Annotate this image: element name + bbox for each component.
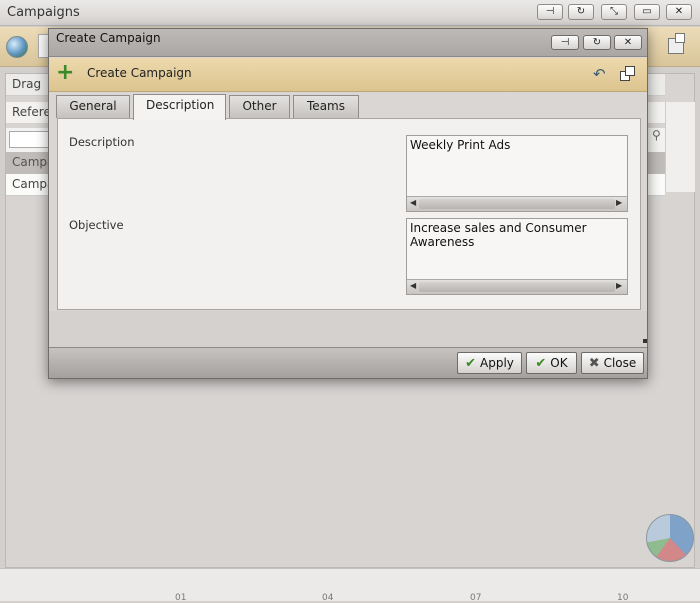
dialog-title: Create Campaign [56, 31, 161, 45]
popout-icon[interactable] [620, 66, 636, 82]
dialog-close-button[interactable]: ✕ [614, 35, 642, 50]
outer-close-button[interactable]: ✕ [666, 4, 692, 20]
close-label: Close [603, 356, 637, 370]
tab-other[interactable]: Other [229, 95, 290, 118]
outer-refresh-button[interactable]: ↻ [568, 4, 594, 20]
dialog-pin-button[interactable]: ⊣ [551, 35, 579, 50]
axis-tick-label: 01 [175, 593, 187, 603]
restore-icon: ⤡ [610, 6, 618, 17]
description-textarea[interactable]: Weekly Print Ads ◀ ▶ [406, 135, 628, 212]
pie-chart-icon[interactable] [646, 514, 694, 562]
scroll-thumb[interactable] [419, 199, 615, 209]
description-value: Weekly Print Ads [410, 138, 511, 152]
scroll-right-icon[interactable]: ▶ [616, 281, 622, 290]
dialog-titlebar[interactable]: Create Campaign ⊣ ↻ ✕ [49, 29, 647, 57]
plus-icon: + [56, 60, 75, 85]
outer-restore-button[interactable]: ⤡ [601, 4, 627, 20]
outer-pin-button[interactable]: ⊣ [537, 4, 563, 20]
scroll-left-icon[interactable]: ◀ [410, 281, 416, 290]
description-tab-panel: Description Weekly Print Ads ◀ ▶ Objecti… [57, 118, 641, 310]
tab-description[interactable]: Description [133, 94, 226, 120]
dialog-spacer [49, 311, 647, 347]
refresh-icon: ↻ [576, 6, 586, 17]
ok-label: OK [550, 356, 568, 370]
dialog-header: + Create Campaign ↶ [49, 58, 647, 92]
outer-popout-icon-front [675, 33, 685, 43]
undo-icon[interactable]: ↶ [593, 65, 606, 83]
objective-label: Objective [69, 218, 124, 232]
ok-button[interactable]: ✔ OK [526, 352, 577, 374]
check-icon: ✔ [535, 355, 547, 371]
objective-textarea[interactable]: Increase sales and Consumer Awareness ◀ … [406, 218, 628, 295]
axis-tick-label: 07 [470, 593, 482, 603]
objective-value: Increase sales and Consumer Awareness [410, 221, 587, 249]
outer-window-title: Campaigns [7, 5, 80, 20]
outer-right-strip [665, 102, 695, 192]
reference-header-label: Refere [12, 105, 51, 119]
outer-bottom-axis: 01 04 07 10 [0, 568, 700, 603]
close-button[interactable]: ✖ Close [581, 352, 644, 374]
pin-icon: ⊣ [560, 36, 570, 48]
scroll-right-icon[interactable]: ▶ [616, 198, 622, 207]
close-icon: ✕ [623, 36, 633, 48]
resize-grip-icon[interactable] [643, 339, 647, 343]
axis-tick-label: 04 [322, 593, 334, 603]
tab-teams[interactable]: Teams [293, 95, 359, 118]
objective-hscrollbar[interactable]: ◀ ▶ [407, 279, 627, 294]
apply-button[interactable]: ✔ Apply [457, 352, 522, 374]
pin-icon: ⊣ [545, 6, 555, 17]
outer-titlebar: Campaigns ⊣ ↻ ⤡ ▭ ✕ [0, 0, 700, 26]
tab-general[interactable]: General [56, 95, 130, 118]
close-icon: ✖ [588, 355, 600, 371]
dialog-header-title: Create Campaign [87, 66, 192, 80]
scroll-left-icon[interactable]: ◀ [410, 198, 416, 207]
apply-label: Apply [480, 356, 514, 370]
refresh-icon: ↻ [592, 36, 602, 48]
check-icon: ✔ [465, 355, 476, 371]
filter-input[interactable] [9, 131, 49, 148]
maximize-icon: ▭ [642, 6, 652, 17]
key-icon[interactable]: ⚲ [652, 128, 661, 142]
close-icon: ✕ [674, 6, 684, 17]
outer-maximize-button[interactable]: ▭ [634, 4, 660, 20]
description-label: Description [69, 135, 135, 149]
description-hscrollbar[interactable]: ◀ ▶ [407, 196, 627, 211]
dialog-refresh-button[interactable]: ↻ [583, 35, 611, 50]
create-campaign-dialog: Create Campaign ⊣ ↻ ✕ + Create Campaign … [48, 28, 648, 379]
scroll-thumb[interactable] [419, 282, 615, 292]
drag-label: Drag [12, 77, 42, 91]
dialog-footer: ✔ Apply ✔ OK ✖ Close [49, 347, 647, 378]
globe-icon [6, 36, 28, 58]
axis-tick-label: 10 [617, 593, 629, 603]
